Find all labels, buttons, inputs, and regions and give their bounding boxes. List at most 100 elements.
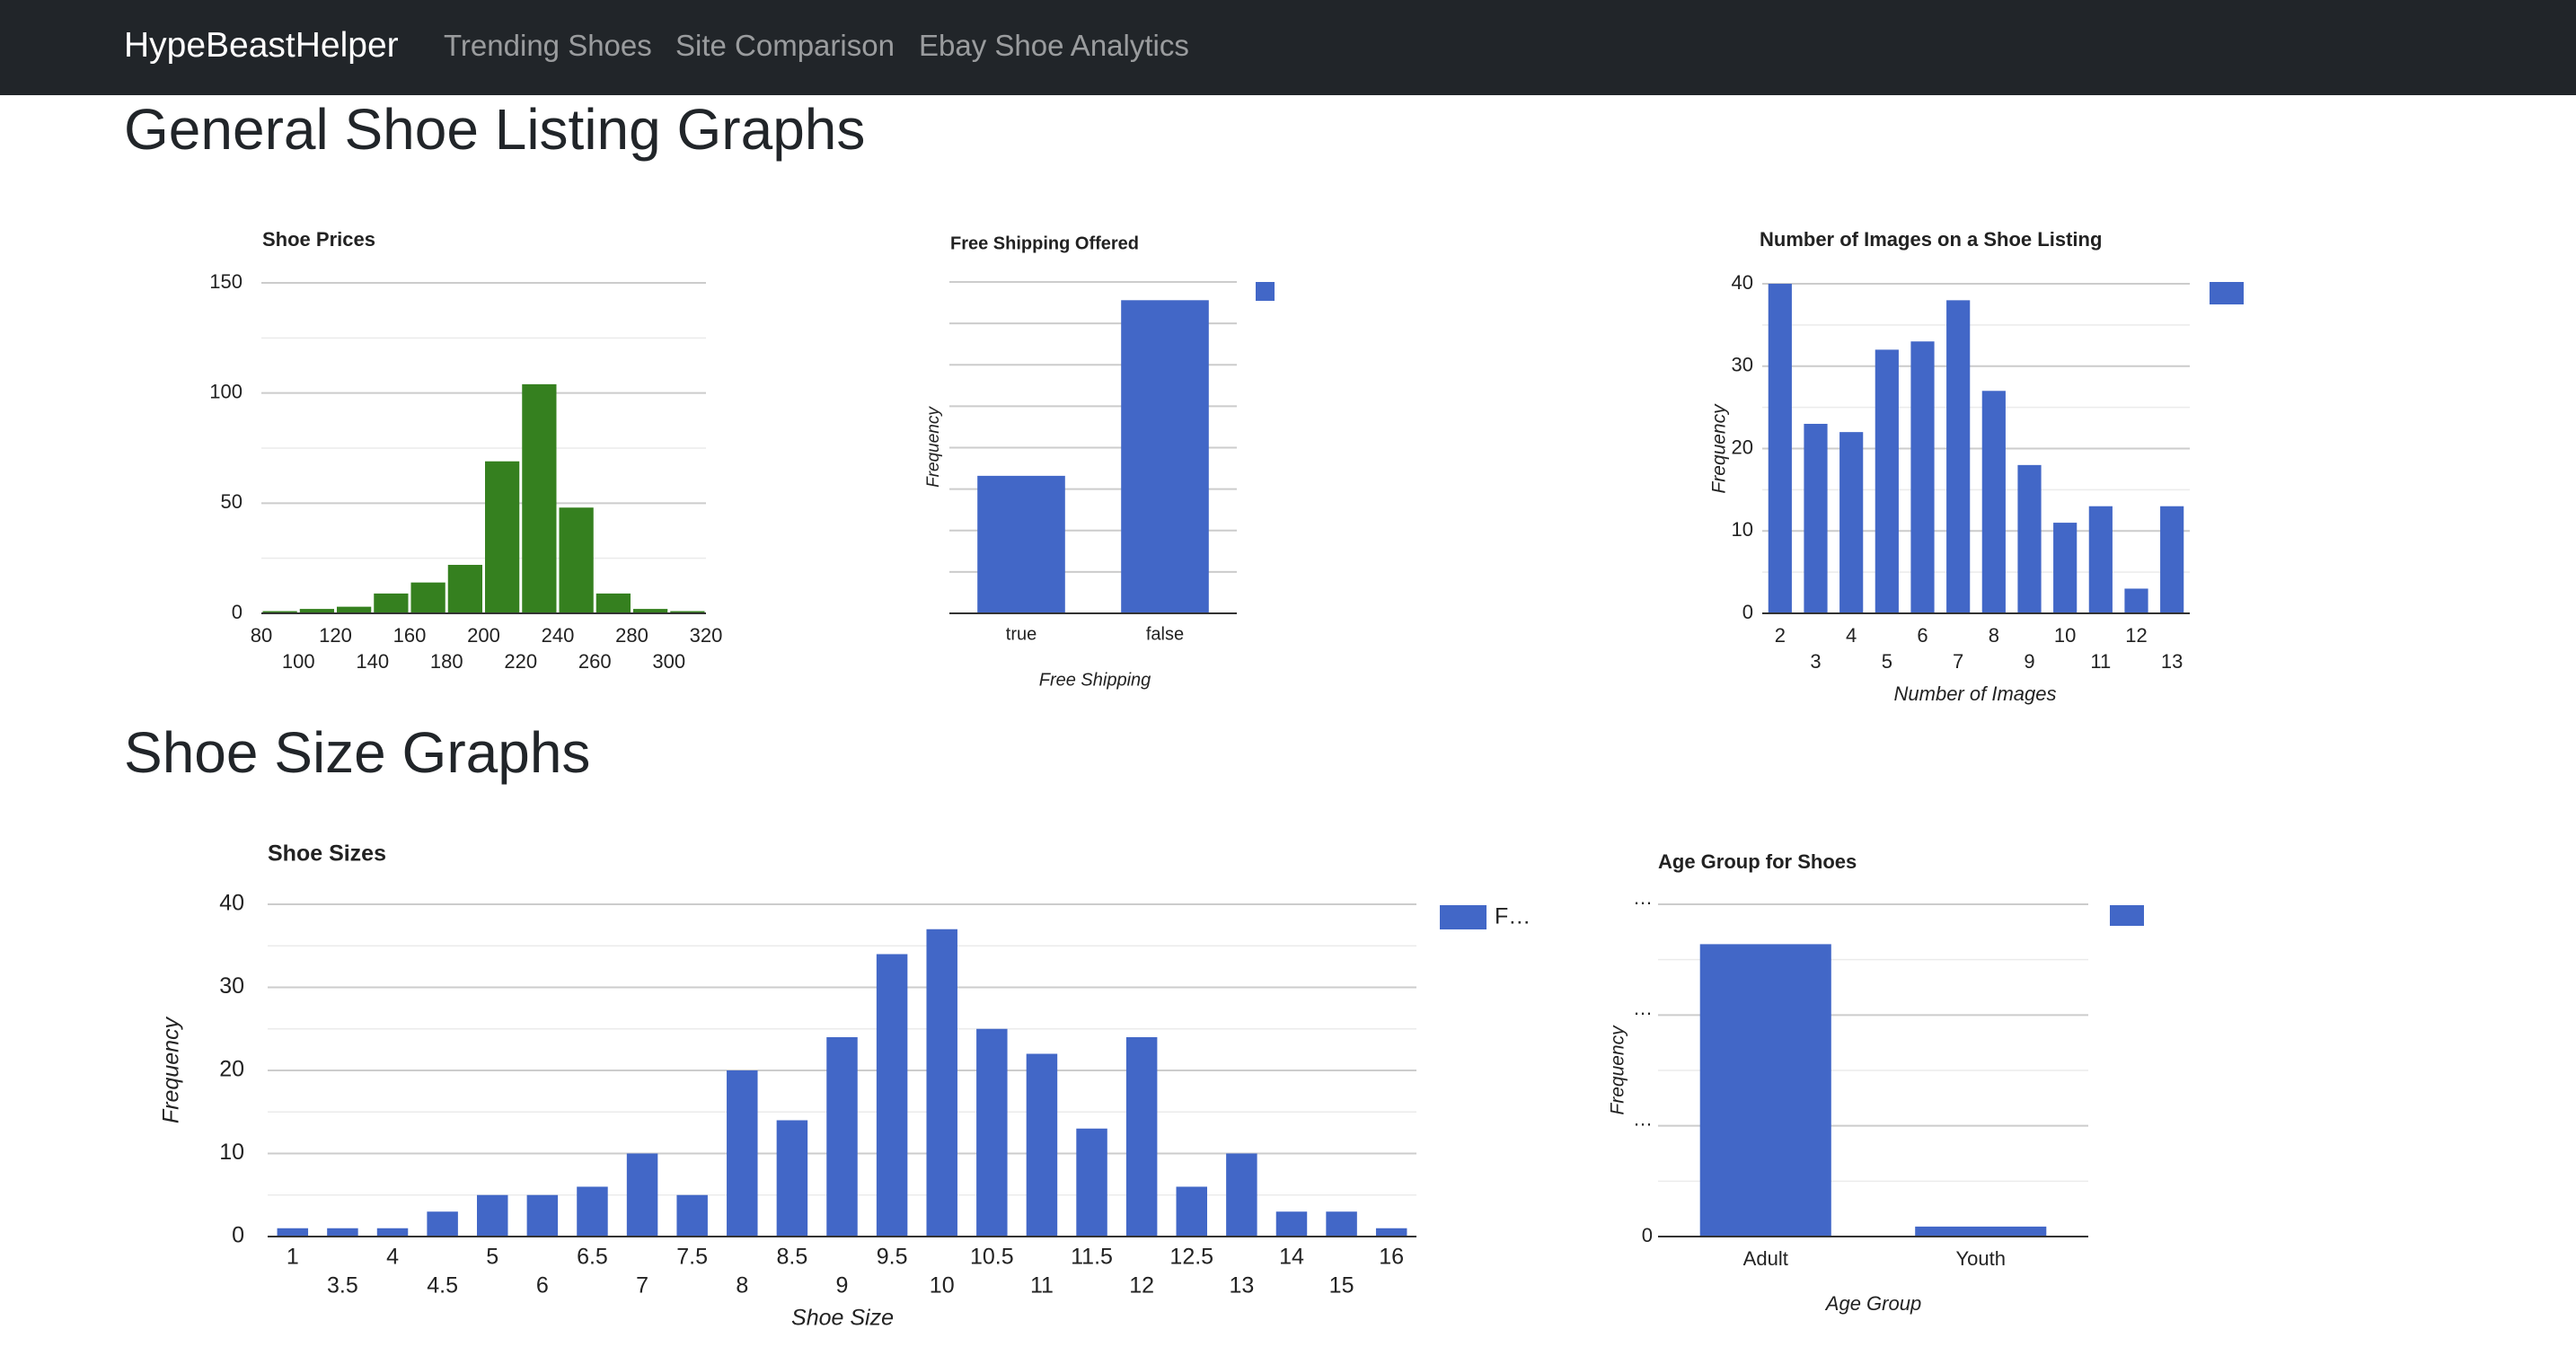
sizes-bar <box>1026 1053 1058 1237</box>
prices-x-tick-label: 100 <box>282 650 315 673</box>
sizes-chart-title: Shoe Sizes <box>268 841 386 867</box>
images-bar <box>1804 423 1828 613</box>
images-x-tick-label: 4 <box>1846 624 1857 647</box>
nav-link-trending-shoes[interactable]: Trending Shoes <box>444 25 652 66</box>
sizes-bar <box>1076 1128 1107 1237</box>
section-title-sizes: Shoe Size Graphs <box>124 720 591 785</box>
sizes-x-tick-label: 4.5 <box>427 1273 458 1299</box>
images-x-tick-label: 5 <box>1882 650 1892 673</box>
sizes-x-tick-label: 6.5 <box>577 1245 608 1270</box>
images-bar <box>2124 588 2148 613</box>
sizes-bar <box>1326 1211 1357 1237</box>
sizes-x-tick-label: 6 <box>536 1273 549 1299</box>
images-chart-title: Number of Images on a Shoe Listing <box>1760 228 2102 251</box>
prices-bar <box>410 582 446 613</box>
sizes-bar <box>376 1228 409 1237</box>
sizes-bar <box>976 1028 1008 1237</box>
sizes-x-tick-label: 5 <box>486 1245 498 1270</box>
prices-x-tick-label: 140 <box>356 650 389 673</box>
nav-link-ebay-shoe-analytics[interactable]: Ebay Shoe Analytics <box>919 25 1189 66</box>
sizes-bar <box>676 1194 708 1237</box>
prices-x-tick-label: 160 <box>393 624 427 647</box>
sizes-x-tick-label: 7.5 <box>676 1245 708 1270</box>
prices-x-tick-label: 80 <box>251 624 272 647</box>
shipping-x-tick-label: true <box>1006 624 1037 644</box>
shipping-x-tick-label: false <box>1146 624 1184 644</box>
sizes-x-tick-label: 9 <box>836 1273 849 1299</box>
images-x-axis-label: Number of Images <box>1894 682 2057 705</box>
sizes-x-tick-label: 15 <box>1329 1273 1354 1299</box>
prices-x-tick-label: 200 <box>467 624 500 647</box>
images-bar <box>1981 391 2006 613</box>
images-y-tick-label: 40 <box>1732 271 1753 294</box>
prices-x-tick-label: 300 <box>652 650 685 673</box>
sizes-y-tick-label: 20 <box>219 1057 244 1082</box>
prices-y-tick-label: 50 <box>221 490 243 513</box>
images-y-tick-label: 0 <box>1742 601 1753 623</box>
navbar: HypeBeastHelper Trending Shoes Site Comp… <box>0 0 2576 95</box>
prices-x-tick-label: 280 <box>615 624 648 647</box>
prices-bar <box>670 611 705 613</box>
sizes-bar <box>1176 1186 1207 1237</box>
prices-bar <box>262 611 297 613</box>
shipping-x-axis-label: Free Shipping <box>1039 670 1151 690</box>
images-x-tick-label: 7 <box>1953 650 1963 673</box>
sizes-bar <box>626 1153 658 1237</box>
prices-bar <box>633 609 668 613</box>
age-bar <box>1915 1226 2047 1237</box>
age-bar <box>1699 944 1831 1237</box>
age-x-tick-label: Adult <box>1743 1247 1788 1270</box>
shipping-legend-swatch <box>1256 282 1275 301</box>
prices-y-tick-label: 100 <box>209 380 243 402</box>
sizes-y-tick-label: 40 <box>219 891 244 916</box>
sizes-bar <box>277 1228 309 1237</box>
prices-x-tick-label: 320 <box>690 624 723 647</box>
prices-bar <box>595 593 631 613</box>
sizes-legend-label: F… <box>1495 904 1531 929</box>
sizes-bar <box>427 1211 458 1237</box>
sizes-x-tick-label: 9.5 <box>877 1245 908 1270</box>
shipping-chart-title: Free Shipping Offered <box>950 233 1139 253</box>
sizes-y-tick-label: 30 <box>219 973 244 999</box>
images-bar <box>1875 349 1899 613</box>
age-y-tick-label: 0 <box>1642 1224 1653 1246</box>
sizes-x-tick-label: 10.5 <box>970 1245 1014 1270</box>
images-y-axis-label: Frequency <box>1709 403 1730 494</box>
sizes-bar <box>876 954 908 1237</box>
prices-bar <box>374 593 409 613</box>
sizes-x-tick-label: 4 <box>386 1245 399 1270</box>
images-bar <box>1946 300 1971 613</box>
sizes-x-tick-label: 11.5 <box>1071 1245 1113 1270</box>
sizes-x-tick-label: 16 <box>1379 1245 1404 1270</box>
sizes-bar <box>826 1037 858 1237</box>
sizes-x-tick-label: 12 <box>1129 1273 1154 1299</box>
sizes-bar <box>1275 1211 1308 1237</box>
sizes-bar <box>926 929 957 1237</box>
sizes-x-tick-label: 11 <box>1030 1273 1054 1299</box>
images-x-tick-label: 3 <box>1810 650 1821 673</box>
sizes-x-tick-label: 13 <box>1229 1273 1254 1299</box>
age-y-tick-label: … <box>1633 1107 1653 1130</box>
prices-y-tick-label: 150 <box>209 270 243 293</box>
prices-bar <box>559 507 594 613</box>
sizes-bar <box>727 1070 758 1237</box>
brand-logo[interactable]: HypeBeastHelper <box>124 23 399 68</box>
images-bar <box>1768 284 1792 613</box>
sizes-bar <box>1226 1153 1257 1237</box>
prices-bar <box>447 565 482 613</box>
shipping-bar <box>1121 300 1209 613</box>
images-x-tick-label: 12 <box>2125 624 2147 647</box>
images-x-tick-label: 6 <box>1917 624 1928 647</box>
sizes-bar <box>477 1194 508 1237</box>
images-x-tick-label: 11 <box>2090 650 2111 673</box>
sizes-x-axis-label: Shoe Size <box>791 1306 894 1331</box>
images-legend-swatch <box>2210 282 2244 304</box>
age-x-tick-label: Youth <box>1956 1247 2006 1270</box>
images-x-tick-label: 9 <box>2024 650 2034 673</box>
nav-link-site-comparison[interactable]: Site Comparison <box>675 25 895 66</box>
sizes-x-tick-label: 8 <box>736 1273 748 1299</box>
age-legend-swatch <box>2110 905 2144 926</box>
prices-x-tick-label: 240 <box>542 624 575 647</box>
sizes-bar <box>526 1194 559 1237</box>
prices-bar <box>299 609 334 613</box>
